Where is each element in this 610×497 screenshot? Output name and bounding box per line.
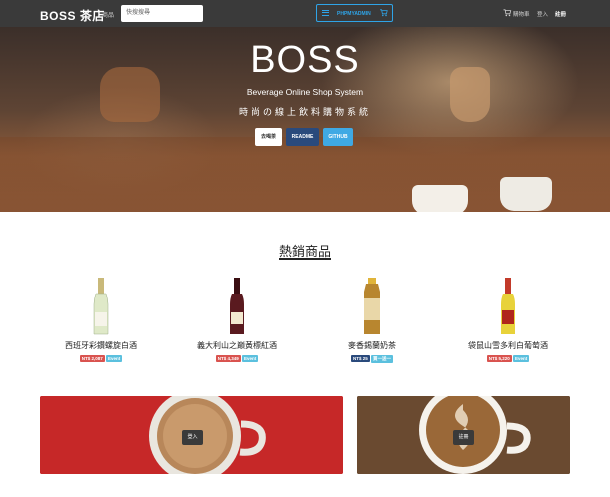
readme-button[interactable]: README xyxy=(286,128,319,146)
login-button[interactable]: 登入 xyxy=(182,430,203,445)
cup-shape xyxy=(412,185,468,212)
cart-icon[interactable] xyxy=(503,9,512,17)
nav-products-link[interactable]: 商品 xyxy=(102,10,114,19)
phpmyadmin-button[interactable]: PHPMYADMIN xyxy=(316,4,393,22)
nav-login-link[interactable]: 登入 xyxy=(537,10,548,18)
menu-icon xyxy=(322,10,329,16)
hero-title: BOSS xyxy=(250,39,360,81)
hero-tagline: 時尚の線上飲料購物系統 xyxy=(238,107,371,117)
event-badge: Event xyxy=(106,355,123,362)
nav-register-link[interactable]: 註冊 xyxy=(555,10,566,18)
product-image xyxy=(443,278,573,336)
product-card[interactable]: 麥香錫蘭奶茶 NT$ 25 買一送一 xyxy=(307,278,437,363)
product-image xyxy=(307,278,437,336)
price-badge: NT$ 5,220 xyxy=(486,355,512,362)
event-badge: Event xyxy=(513,355,530,362)
price-badge: NT$ 2,087 xyxy=(79,355,105,362)
cart-icon xyxy=(380,9,388,17)
search-input[interactable]: 快搜搜尋 xyxy=(121,5,203,22)
drink-tea-button[interactable]: 去喝茶 xyxy=(255,128,282,146)
product-image xyxy=(36,278,166,336)
product-name[interactable]: 義大利山之巔黃標紅酒 xyxy=(172,340,302,351)
price-badge: NT$ 25 xyxy=(350,355,370,362)
nav-cart-link[interactable]: 購物車 xyxy=(513,10,530,18)
product-name[interactable]: 麥香錫蘭奶茶 xyxy=(307,340,437,351)
event-badge: Event xyxy=(242,355,259,362)
price-badge: NT$ 4,349 xyxy=(215,355,241,362)
github-button[interactable]: GITHUB xyxy=(323,128,353,146)
product-card[interactable]: 西班牙彩鑽螺旋白酒 NT$ 2,087 Event xyxy=(36,278,166,362)
section-underline xyxy=(279,258,331,260)
product-name[interactable]: 西班牙彩鑽螺旋白酒 xyxy=(36,340,166,351)
product-name[interactable]: 袋鼠山雪多利白葡萄酒 xyxy=(443,340,573,351)
cup-shape xyxy=(500,177,552,211)
product-image xyxy=(172,278,302,336)
hero-subtitle: Beverage Online Shop System xyxy=(246,87,364,97)
phpmyadmin-label: PHPMYADMIN xyxy=(337,11,371,17)
promo-badge: 買一送一 xyxy=(371,355,394,363)
product-card[interactable]: 袋鼠山雪多利白葡萄酒 NT$ 5,220 Event xyxy=(443,278,573,362)
brand-logo[interactable]: BOSS 茶店 xyxy=(40,7,105,24)
navbar: BOSS 茶店 商品 快搜搜尋 PHPMYADMIN 購物車 登入 註冊 xyxy=(0,0,610,27)
product-card[interactable]: 義大利山之巔黃標紅酒 NT$ 4,349 Event xyxy=(172,278,302,362)
register-button[interactable]: 註冊 xyxy=(453,430,474,445)
